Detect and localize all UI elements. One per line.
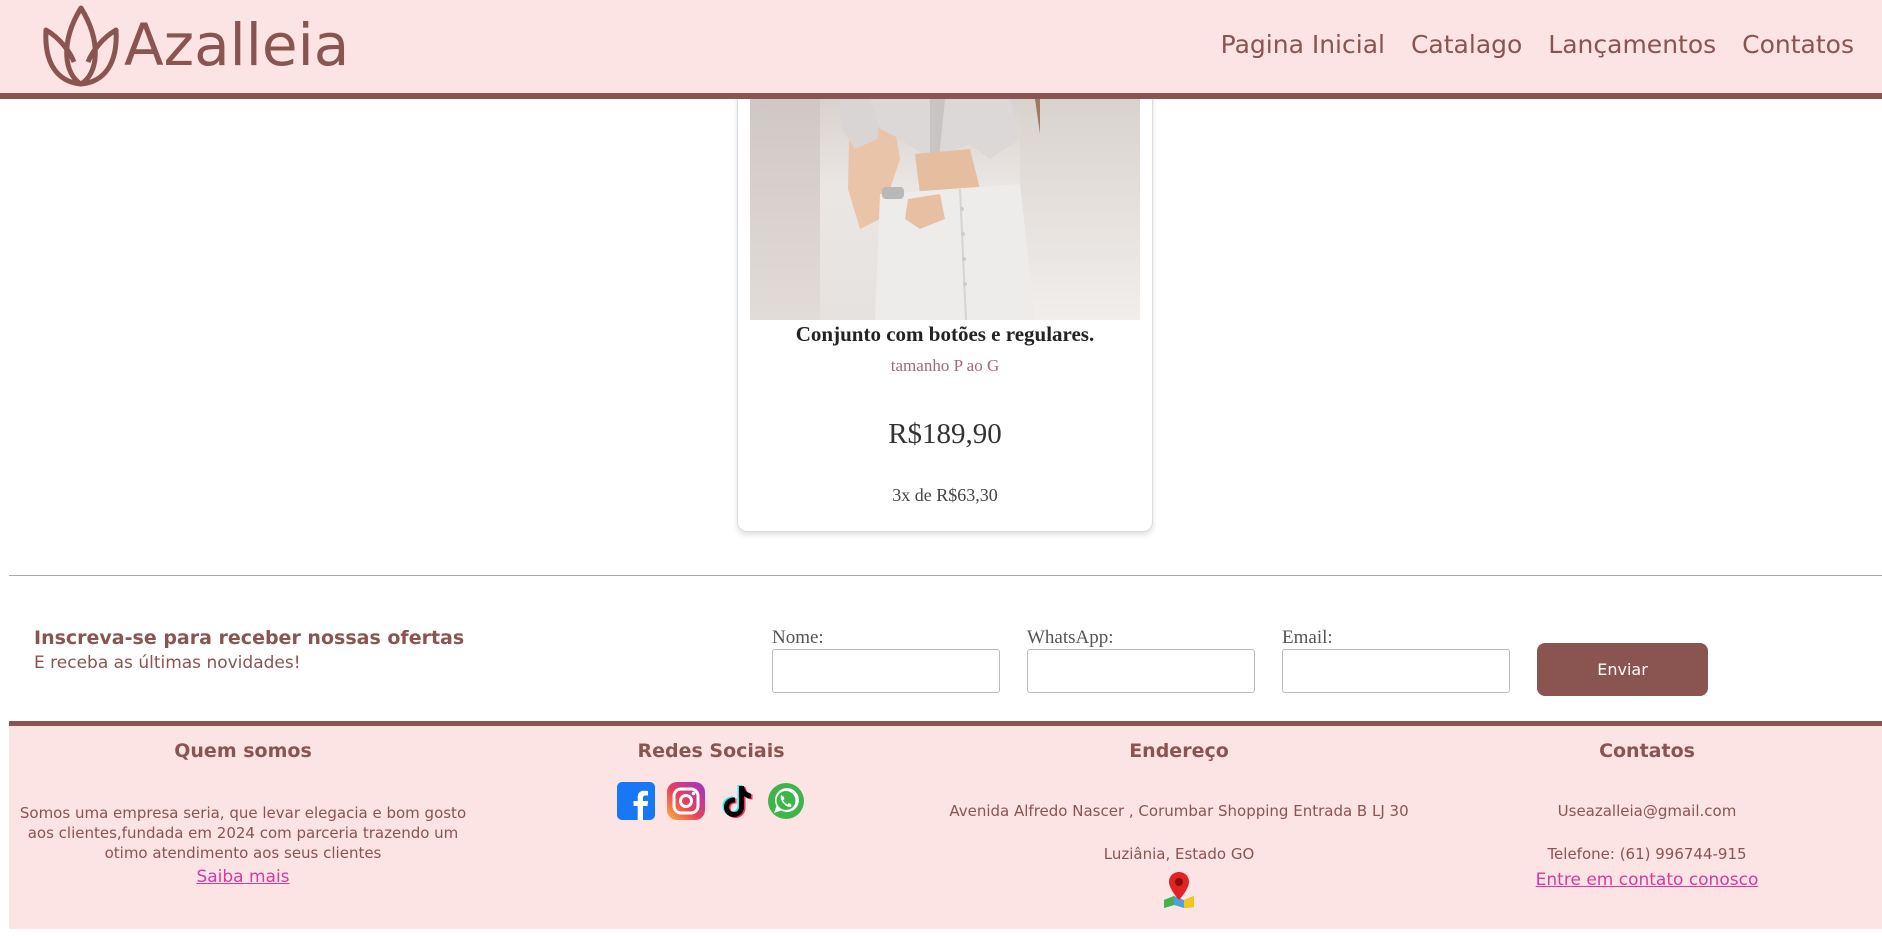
learn-more-link[interactable]: Saiba mais bbox=[196, 867, 289, 887]
contact-phone: Telefone: (61) 996744-915 bbox=[1547, 845, 1747, 863]
product-size: tamanho P ao G bbox=[890, 356, 1000, 375]
newsletter-title: Inscreva-se para receber nossas ofertas bbox=[34, 627, 465, 649]
name-label: Nome: bbox=[772, 627, 824, 648]
address-line2: Luziânia, Estado GO bbox=[1103, 845, 1255, 863]
nav-releases[interactable]: Lançamentos bbox=[1548, 30, 1716, 59]
instagram-icon[interactable] bbox=[667, 782, 705, 820]
whatsapp-label: WhatsApp: bbox=[1027, 627, 1114, 648]
social-icons bbox=[477, 782, 945, 820]
address-title: Endereço bbox=[1129, 740, 1229, 762]
section-divider bbox=[9, 575, 1882, 576]
email-input[interactable] bbox=[1282, 649, 1510, 693]
map-pin-icon[interactable] bbox=[1162, 870, 1196, 908]
contact-us-link[interactable]: Entre em contato conosco bbox=[1536, 870, 1759, 890]
social-title: Redes Sociais bbox=[637, 740, 785, 762]
nav-home[interactable]: Pagina Inicial bbox=[1221, 30, 1385, 59]
whatsapp-input[interactable] bbox=[1027, 649, 1255, 693]
contacts-title: Contatos bbox=[1599, 740, 1695, 762]
email-label: Email: bbox=[1282, 627, 1333, 648]
product-name: Conjunto com botões e regulares. bbox=[795, 322, 1095, 346]
whatsapp-icon[interactable] bbox=[767, 782, 805, 820]
lotus-logo-icon bbox=[43, 5, 119, 87]
about-text: Somos uma empresa seria, que levar elega… bbox=[19, 804, 467, 862]
site-footer: Quem somos Somos uma empresa seria, que … bbox=[9, 721, 1882, 929]
brand-logo[interactable]: Azalleia bbox=[38, 2, 349, 88]
product-photo bbox=[750, 99, 1140, 320]
main-nav: Pagina Inicial Catalago Lançamentos Cont… bbox=[1195, 30, 1854, 59]
product-price: R$189,90 bbox=[888, 418, 1002, 450]
product-installments: 3x de R$63,30 bbox=[892, 485, 998, 505]
facebook-icon[interactable] bbox=[617, 782, 655, 820]
newsletter-subtitle: E receba as últimas novidades! bbox=[34, 653, 301, 673]
site-header: Azalleia Pagina Inicial Catalago Lançame… bbox=[0, 0, 1882, 99]
contact-email: Useazalleia@gmail.com bbox=[1557, 802, 1737, 820]
nav-catalog[interactable]: Catalago bbox=[1411, 30, 1522, 59]
name-input[interactable] bbox=[772, 649, 1000, 693]
about-title: Quem somos bbox=[174, 740, 312, 762]
nav-contacts[interactable]: Contatos bbox=[1742, 30, 1854, 59]
address-line1: Avenida Alfredo Nascer , Corumbar Shoppi… bbox=[949, 802, 1409, 820]
product-card: Conjunto com botões e regulares. tamanho… bbox=[737, 60, 1153, 532]
send-button[interactable]: Enviar bbox=[1537, 643, 1708, 696]
tiktok-icon[interactable] bbox=[717, 782, 755, 820]
brand-name: Azalleia bbox=[124, 11, 350, 79]
